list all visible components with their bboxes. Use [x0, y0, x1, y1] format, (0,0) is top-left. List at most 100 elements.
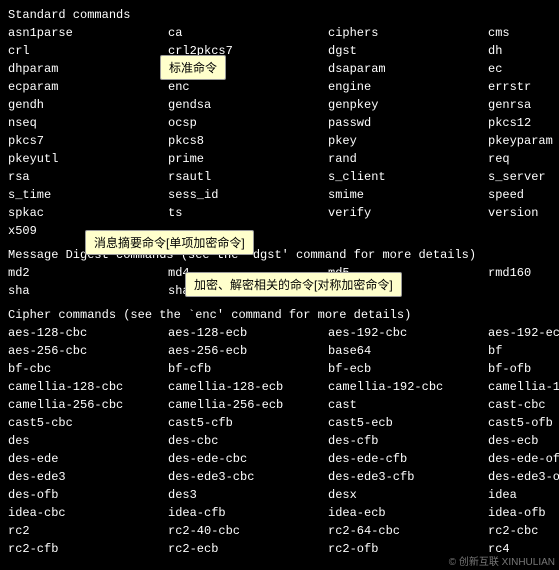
digest-tooltip: 消息摘要命令[单项加密命令]: [85, 230, 254, 255]
cmd-cell: des-ede-cbc: [168, 450, 328, 468]
cmd-cell: pkcs8: [168, 132, 328, 150]
cmd-cell: des-ede3-ofb: [488, 468, 559, 486]
cmd-cell: camellia-128-ecb: [168, 378, 328, 396]
cmd-cell: genrsa: [488, 96, 559, 114]
cmd-cell: cast5-cbc: [8, 414, 168, 432]
cmd-cell: req: [488, 150, 559, 168]
cmd-cell: rc2-40-cbc: [168, 522, 328, 540]
cmd-cell: des3: [168, 486, 328, 504]
cmd-cell: sess_id: [168, 186, 328, 204]
cmd-cell: prime: [168, 150, 328, 168]
cmd-cell: rc2: [8, 522, 168, 540]
cmd-cell: asn1parse: [8, 24, 168, 42]
cmd-cell: [488, 282, 559, 300]
cmd-cell: passwd: [328, 114, 488, 132]
cmd-cell: des-ede3-cbc: [168, 468, 328, 486]
cmd-cell: aes-128-cbc: [8, 324, 168, 342]
cmd-cell: des-ecb: [488, 432, 559, 450]
cmd-cell: pkeyparam: [488, 132, 559, 150]
cmd-cell: [488, 222, 559, 240]
cmd-cell: base64: [328, 342, 488, 360]
cmd-cell: cast5-ecb: [328, 414, 488, 432]
cmd-cell: bf: [488, 342, 559, 360]
cmd-cell: enc: [168, 78, 328, 96]
cmd-cell: dgst: [328, 42, 488, 60]
cmd-cell: pkey: [328, 132, 488, 150]
cmd-cell: ecparam: [8, 78, 168, 96]
cmd-cell: pkeyutl: [8, 150, 168, 168]
cmd-cell: rmd160: [488, 264, 559, 282]
cmd-cell: des-ede3-cfb: [328, 468, 488, 486]
cmd-cell: bf-ecb: [328, 360, 488, 378]
section-header-standard: Standard commands: [8, 6, 551, 24]
cmd-cell: nseq: [8, 114, 168, 132]
cmd-cell: camellia-256-cbc: [8, 396, 168, 414]
cmd-cell: verify: [328, 204, 488, 222]
cmd-grid-standard: asn1parsecacipherscmscrlcrl2pkcs7dgstdhd…: [8, 24, 551, 240]
cmd-cell: camellia-128-cbc: [8, 378, 168, 396]
cmd-cell: rc2-ecb: [168, 540, 328, 558]
cmd-cell: cms: [488, 24, 559, 42]
cmd-cell: des-ede3: [8, 468, 168, 486]
cmd-cell: ec: [488, 60, 559, 78]
cmd-cell: aes-192-ecb: [488, 324, 559, 342]
cmd-cell: dhparam: [8, 60, 168, 78]
cmd-cell: camellia-192-cbc: [328, 378, 488, 396]
cipher-tooltip: 加密、解密相关的命令[对称加密命令]: [185, 272, 402, 297]
cmd-cell: camellia-192-ecb: [488, 378, 559, 396]
cmd-cell: desx: [328, 486, 488, 504]
cmd-cell: des-cfb: [328, 432, 488, 450]
cmd-cell: bf-cbc: [8, 360, 168, 378]
cmd-cell: spkac: [8, 204, 168, 222]
cmd-cell: crl: [8, 42, 168, 60]
cmd-cell: des-ofb: [8, 486, 168, 504]
cmd-cell: speed: [488, 186, 559, 204]
cmd-cell: idea-cfb: [168, 504, 328, 522]
cmd-cell: rc2-cbc: [488, 522, 559, 540]
cmd-cell: dsaparam: [328, 60, 488, 78]
cmd-cell: genpkey: [328, 96, 488, 114]
cmd-cell: ciphers: [328, 24, 488, 42]
cmd-cell: camellia-256-ecb: [168, 396, 328, 414]
cmd-cell: cast: [328, 396, 488, 414]
cmd-cell: dh: [488, 42, 559, 60]
cmd-cell: des-ede-ofb: [488, 450, 559, 468]
cmd-cell: idea-cbc: [8, 504, 168, 522]
cmd-cell: rsa: [8, 168, 168, 186]
cmd-cell: idea: [488, 486, 559, 504]
cmd-cell: ca: [168, 24, 328, 42]
cmd-cell: sha: [8, 282, 168, 300]
cmd-cell: des-cbc: [168, 432, 328, 450]
cmd-cell: engine: [328, 78, 488, 96]
cmd-cell: des-ede-cfb: [328, 450, 488, 468]
cmd-cell: bf-cfb: [168, 360, 328, 378]
cmd-cell: errstr: [488, 78, 559, 96]
cmd-cell: idea-ecb: [328, 504, 488, 522]
cmd-cell: ts: [168, 204, 328, 222]
cmd-cell: cast5-ofb: [488, 414, 559, 432]
cmd-cell: aes-192-cbc: [328, 324, 488, 342]
cmd-cell: bf-ofb: [488, 360, 559, 378]
section-header-cipher: Cipher commands (see the `enc' command f…: [8, 306, 551, 324]
cmd-cell: smime: [328, 186, 488, 204]
cmd-grid-cipher: aes-128-cbcaes-128-ecbaes-192-cbcaes-192…: [8, 324, 551, 558]
watermark: © 创新互联 XINHULIAN: [449, 553, 555, 568]
cmd-cell: gendh: [8, 96, 168, 114]
cmd-cell: [328, 222, 488, 240]
standard-tooltip: 标准命令: [160, 55, 226, 80]
cmd-cell: aes-128-ecb: [168, 324, 328, 342]
cmd-cell: md2: [8, 264, 168, 282]
cmd-cell: s_client: [328, 168, 488, 186]
cmd-cell: s_time: [8, 186, 168, 204]
cmd-cell: pkcs7: [8, 132, 168, 150]
cmd-cell: des-ede: [8, 450, 168, 468]
cmd-cell: version: [488, 204, 559, 222]
cmd-cell: aes-256-ecb: [168, 342, 328, 360]
cmd-cell: cast5-cfb: [168, 414, 328, 432]
cmd-cell: aes-256-cbc: [8, 342, 168, 360]
cmd-cell: rc2-cfb: [8, 540, 168, 558]
cmd-cell: rand: [328, 150, 488, 168]
cmd-cell: idea-ofb: [488, 504, 559, 522]
cmd-cell: s_server: [488, 168, 559, 186]
cmd-cell: des: [8, 432, 168, 450]
